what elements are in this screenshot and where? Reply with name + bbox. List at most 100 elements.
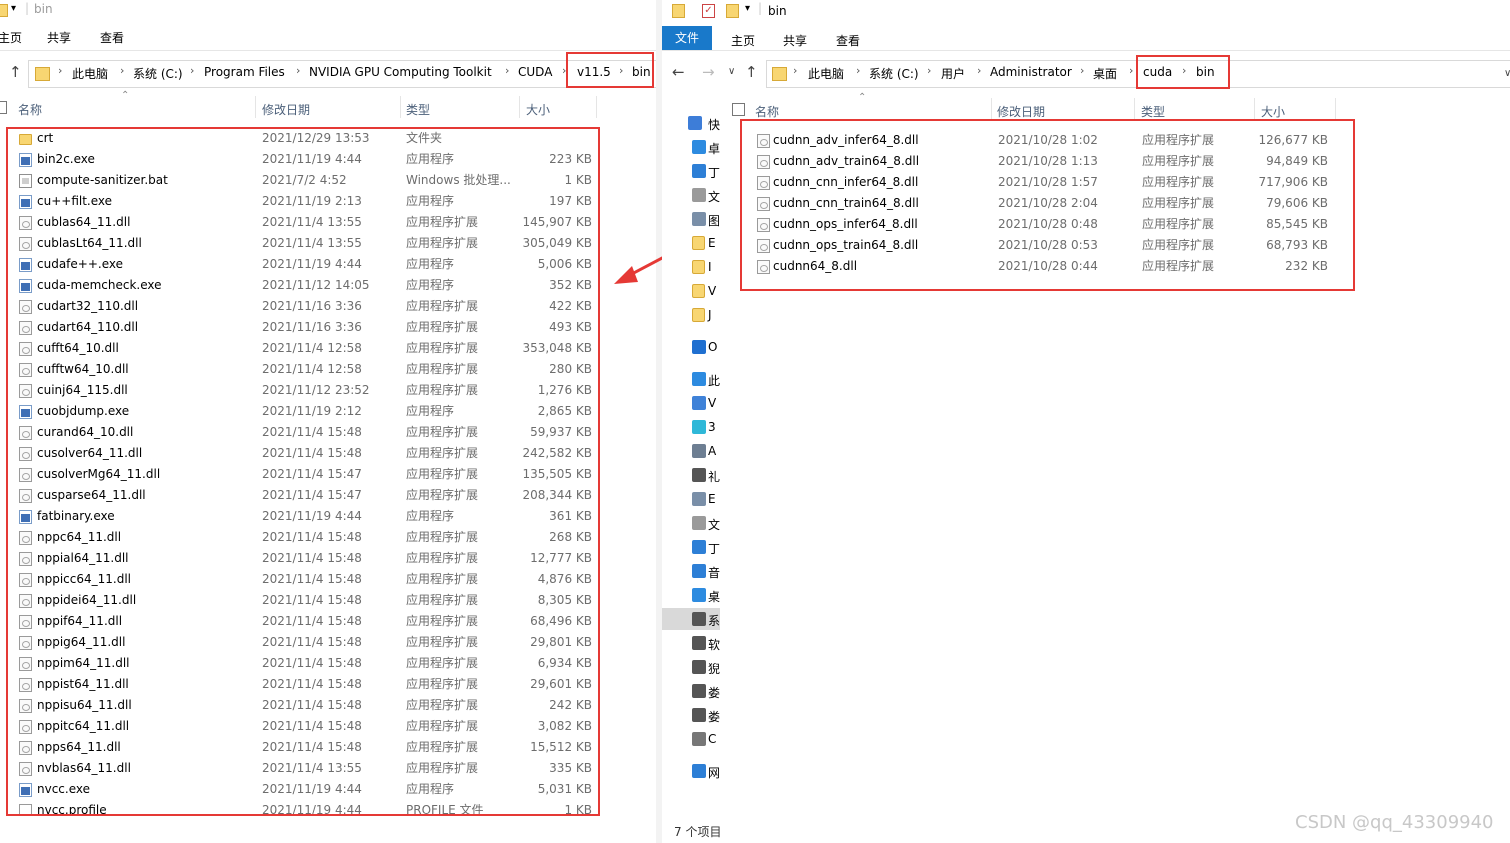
column-divider[interactable] [519,96,520,118]
right-column-headers: ⌃ 名称 修改日期 类型 大小 [720,92,1510,120]
column-divider[interactable] [596,96,597,118]
left-explorer-window: ▾ | bin 主页 共享 查看 ↑ › 此电脑 › 系统 (C:) › Pro… [0,0,656,843]
column-header-date[interactable]: 修改日期 [262,101,310,118]
tab-home[interactable]: 主页 [0,29,22,46]
nav-pane-item[interactable]: 图 [662,208,720,230]
nav-pane-item[interactable]: 快 [662,112,720,134]
nav-pane-item[interactable]: 丁 [662,536,720,558]
tab-file[interactable]: 文件 [662,26,713,50]
properties-check-icon[interactable]: ✓ [702,4,715,18]
new-folder-icon[interactable] [726,4,739,18]
nav-pane-item[interactable]: 音 [662,560,720,582]
breadcrumb-nvidia-toolkit[interactable]: NVIDIA GPU Computing Toolkit [309,65,492,79]
nav-pane-item[interactable]: 猊 [662,656,720,678]
forward-arrow-icon[interactable]: → [702,63,715,81]
breadcrumb-cuda[interactable]: CUDA [518,65,552,79]
breadcrumb-c-drive[interactable]: 系统 (C:) [869,65,919,82]
breadcrumb-this-pc[interactable]: 此电脑 [72,65,108,82]
this-pc-icon [692,372,706,386]
nav-pane-item[interactable]: 3 [662,416,720,438]
back-arrow-icon[interactable]: ← [672,63,685,81]
nav-pane-item[interactable]: 桌 [662,584,720,606]
column-divider[interactable] [255,96,256,118]
nav-pane-label: V [708,396,717,410]
cd-drive-icon [692,732,706,746]
quick-access-folder-icon [672,4,685,18]
column-divider[interactable] [1254,98,1255,120]
3d-objects-icon [692,420,706,434]
column-divider[interactable] [1335,98,1336,120]
nav-pane-item[interactable]: J [662,304,720,326]
column-divider[interactable] [991,98,992,120]
nav-pane-item[interactable]: 文 [662,512,720,534]
nav-pane-label: 此 [708,374,720,388]
column-divider[interactable] [400,96,401,118]
up-arrow-icon[interactable]: ↑ [9,63,22,81]
picture-icon [692,212,706,226]
breadcrumb-this-pc[interactable]: 此电脑 [808,65,844,82]
nav-pane-item[interactable]: 卓 [662,136,720,158]
select-all-checkbox[interactable] [0,101,7,114]
nav-pane-item[interactable]: 此 [662,368,720,390]
nav-pane-item[interactable]: C [662,728,720,750]
nav-pane-item[interactable]: A [662,440,720,462]
breadcrumb-chevron-icon: › [505,64,510,77]
qat-dropdown-icon[interactable]: ▾ [11,3,16,14]
breadcrumb-desktop[interactable]: 桌面 [1093,65,1117,82]
breadcrumb-chevron-icon: › [1080,64,1085,77]
breadcrumb-chevron-icon: › [190,64,195,77]
network-icon [692,764,706,778]
nav-pane-item[interactable]: 丁 [662,160,720,182]
nav-pane-item[interactable]: I [662,256,720,278]
cloud-icon [692,396,706,410]
column-header-size[interactable]: 大小 [526,101,550,118]
qat-dropdown-icon[interactable]: ▾ [745,3,750,14]
breadcrumb-users[interactable]: 用户 [941,65,965,82]
breadcrumb-chevron-icon: › [120,64,125,77]
nav-pane-item[interactable]: 娄 [662,680,720,702]
select-all-checkbox[interactable] [732,103,745,116]
nav-pane-item[interactable]: O [662,336,720,358]
nav-pane-label: 猊 [708,662,720,676]
nav-pane-label: 丁 [708,166,720,180]
drive-c-icon [692,612,706,626]
left-address-row: ↑ › 此电脑 › 系统 (C:) › Program Files › NVID… [0,58,656,90]
document-icon [692,516,706,530]
tab-share[interactable]: 共享 [47,29,71,46]
nav-pane-label: 娄 [708,710,720,724]
nav-pane-item[interactable]: V [662,392,720,414]
breadcrumb-chevron-icon: › [793,64,798,77]
breadcrumb-c-drive[interactable]: 系统 (C:) [133,65,183,82]
up-arrow-icon[interactable]: ↑ [745,63,758,81]
nav-pane-item[interactable]: 系 [662,608,720,630]
drive-icon [692,708,706,722]
nav-pane-item[interactable]: 礼 [662,464,720,486]
nav-pane-item[interactable]: V [662,280,720,302]
nav-pane-item[interactable]: 文 [662,184,720,206]
nav-pane-item[interactable]: 娄 [662,704,720,726]
tab-share[interactable]: 共享 [783,32,807,49]
address-dropdown-icon[interactable]: ∨ [1504,68,1510,79]
nav-pane-item[interactable]: E [662,232,720,254]
tab-home[interactable]: 主页 [731,32,755,49]
video-icon [692,444,706,458]
column-header-size[interactable]: 大小 [1261,103,1285,120]
column-header-date[interactable]: 修改日期 [997,103,1045,120]
breadcrumb-administrator[interactable]: Administrator [990,65,1072,79]
column-header-name[interactable]: 名称 [18,101,42,118]
path-highlight-box [566,52,654,88]
tab-view[interactable]: 查看 [100,29,124,46]
sort-ascending-icon: ⌃ [121,90,130,101]
nav-pane-label: 3 [708,420,716,434]
column-header-type[interactable]: 类型 [1141,103,1165,120]
file-list-highlight-box [6,127,600,816]
column-divider[interactable] [1134,98,1135,120]
column-header-type[interactable]: 类型 [406,101,430,118]
tab-view[interactable]: 查看 [836,32,860,49]
nav-pane-item[interactable]: 网 [662,760,720,782]
recent-dropdown-icon[interactable]: ∨ [728,66,735,77]
nav-pane-item[interactable]: 软 [662,632,720,654]
breadcrumb-program-files[interactable]: Program Files [204,65,285,79]
column-header-name[interactable]: 名称 [755,103,779,120]
nav-pane-item[interactable]: E [662,488,720,510]
